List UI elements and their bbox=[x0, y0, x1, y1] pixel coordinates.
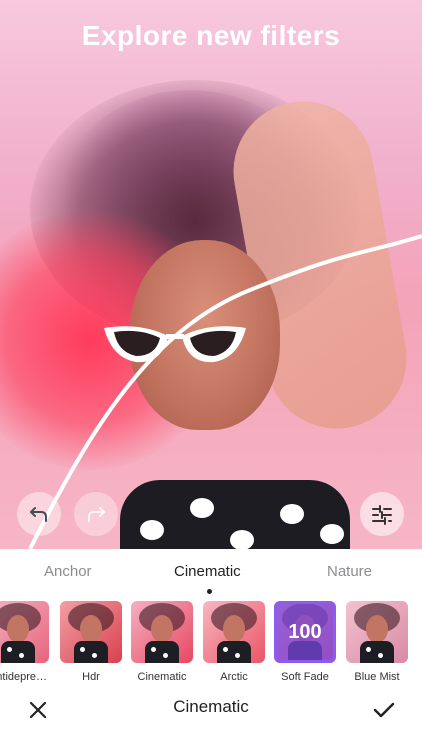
filter-strip: Antidepre… Hdr Cinematic Arctic 100 Soft… bbox=[0, 601, 422, 689]
filter-label: Arctic bbox=[220, 671, 248, 683]
current-filter-name: Cinematic bbox=[173, 697, 249, 716]
compare-divider-line[interactable] bbox=[0, 0, 422, 549]
tab-cinematic[interactable]: Cinematic bbox=[174, 563, 241, 580]
filter-label: Antidepre… bbox=[0, 671, 48, 683]
bottom-bar: Cinematic bbox=[0, 688, 422, 750]
filter-label: Hdr bbox=[82, 671, 100, 683]
redo-button[interactable] bbox=[74, 492, 118, 536]
filter-item[interactable]: Blue Mist bbox=[346, 601, 408, 683]
filter-thumbnail bbox=[131, 601, 193, 663]
filter-label: Blue Mist bbox=[354, 671, 400, 683]
filter-thumbnail bbox=[0, 601, 49, 663]
filter-thumbnail: 100 bbox=[274, 601, 336, 663]
filter-thumbnail bbox=[203, 601, 265, 663]
filter-thumbnail bbox=[346, 601, 408, 663]
tab-anchor[interactable]: Anchor bbox=[44, 563, 92, 580]
filter-thumbnail bbox=[60, 601, 122, 663]
tab-nature[interactable]: Nature bbox=[327, 563, 372, 580]
checkmark-icon bbox=[373, 702, 395, 718]
filter-category-tabs: Anchor Cinematic Nature bbox=[0, 549, 422, 593]
filter-item[interactable]: Cinematic bbox=[131, 601, 193, 683]
sliders-icon bbox=[372, 505, 392, 525]
undo-arrow-icon bbox=[30, 507, 47, 522]
filter-item[interactable]: Antidepre… bbox=[0, 601, 49, 683]
photo-preview bbox=[0, 0, 422, 549]
redo-arrow-icon bbox=[88, 507, 105, 522]
filter-intensity-value: 100 bbox=[288, 620, 322, 643]
filter-label: Soft Fade bbox=[281, 671, 329, 683]
filter-item[interactable]: Hdr bbox=[60, 601, 122, 683]
filter-item-selected[interactable]: 100 Soft Fade bbox=[274, 601, 336, 683]
adjust-button[interactable] bbox=[360, 492, 404, 536]
page-title: Explore new filters bbox=[81, 20, 341, 51]
active-tab-indicator bbox=[207, 589, 212, 594]
confirm-button[interactable] bbox=[366, 692, 402, 728]
undo-button[interactable] bbox=[17, 492, 61, 536]
filter-item[interactable]: Arctic bbox=[203, 601, 265, 683]
filter-label: Cinematic bbox=[137, 671, 187, 683]
